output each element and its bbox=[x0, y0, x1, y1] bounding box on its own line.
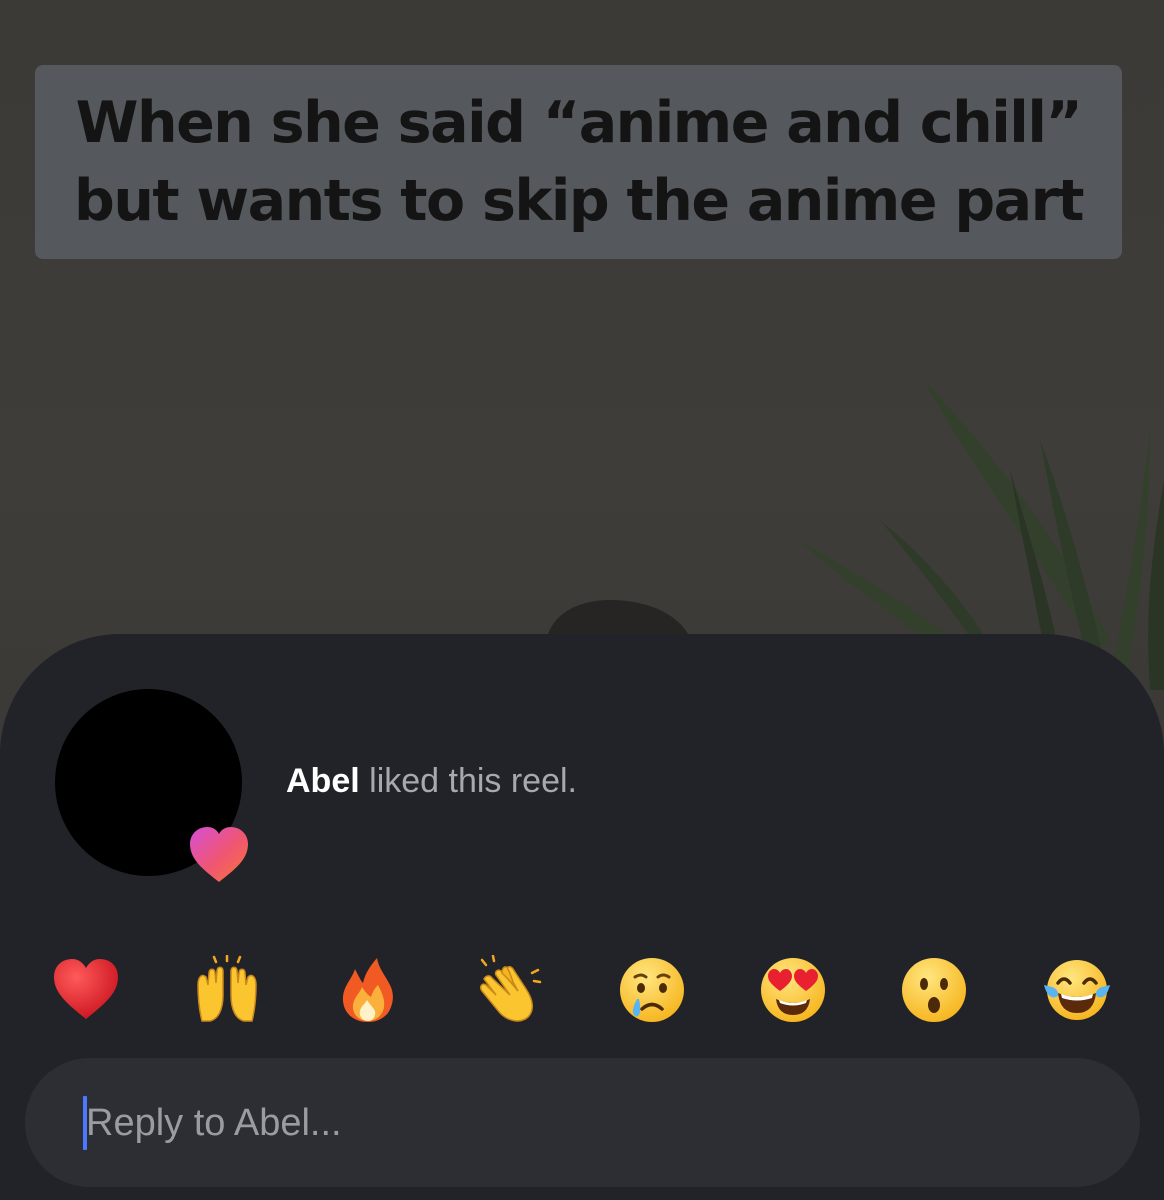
red-heart-icon bbox=[54, 959, 118, 1019]
reaction-tears-of-joy-button[interactable] bbox=[1042, 955, 1112, 1025]
reaction-surprised-face-button[interactable] bbox=[899, 955, 969, 1025]
tears-of-joy-icon bbox=[1044, 960, 1110, 1020]
text-caret bbox=[83, 1096, 87, 1150]
caption-line-1: When she said “anime and chill” bbox=[75, 90, 1083, 156]
like-notice-text: Abel liked this reel. bbox=[286, 762, 577, 801]
clapping-hands-icon bbox=[480, 955, 542, 1022]
heart-badge-icon bbox=[190, 827, 248, 882]
reaction-clapping-hands-button[interactable] bbox=[474, 955, 544, 1025]
reaction-raising-hands-button[interactable] bbox=[192, 955, 262, 1025]
surprised-face-icon bbox=[902, 958, 966, 1022]
person-head-shape bbox=[548, 600, 688, 634]
reaction-red-heart-button[interactable] bbox=[51, 955, 121, 1025]
like-action-text: liked this reel. bbox=[359, 762, 578, 800]
reaction-crying-face-button[interactable] bbox=[617, 955, 687, 1025]
fire-icon bbox=[342, 958, 393, 1022]
caption-line-2: but wants to skip the anime part bbox=[74, 168, 1084, 234]
reaction-heart-eyes-button[interactable] bbox=[758, 955, 828, 1025]
reply-input[interactable] bbox=[86, 1092, 1086, 1154]
liker-name[interactable]: Abel bbox=[286, 762, 360, 800]
reel-caption: When she said “anime and chill” but want… bbox=[35, 65, 1122, 259]
heart-eyes-icon bbox=[761, 958, 825, 1022]
raising-hands-icon bbox=[197, 955, 257, 1022]
reaction-fire-button[interactable] bbox=[333, 955, 403, 1025]
crying-face-icon bbox=[620, 958, 684, 1022]
